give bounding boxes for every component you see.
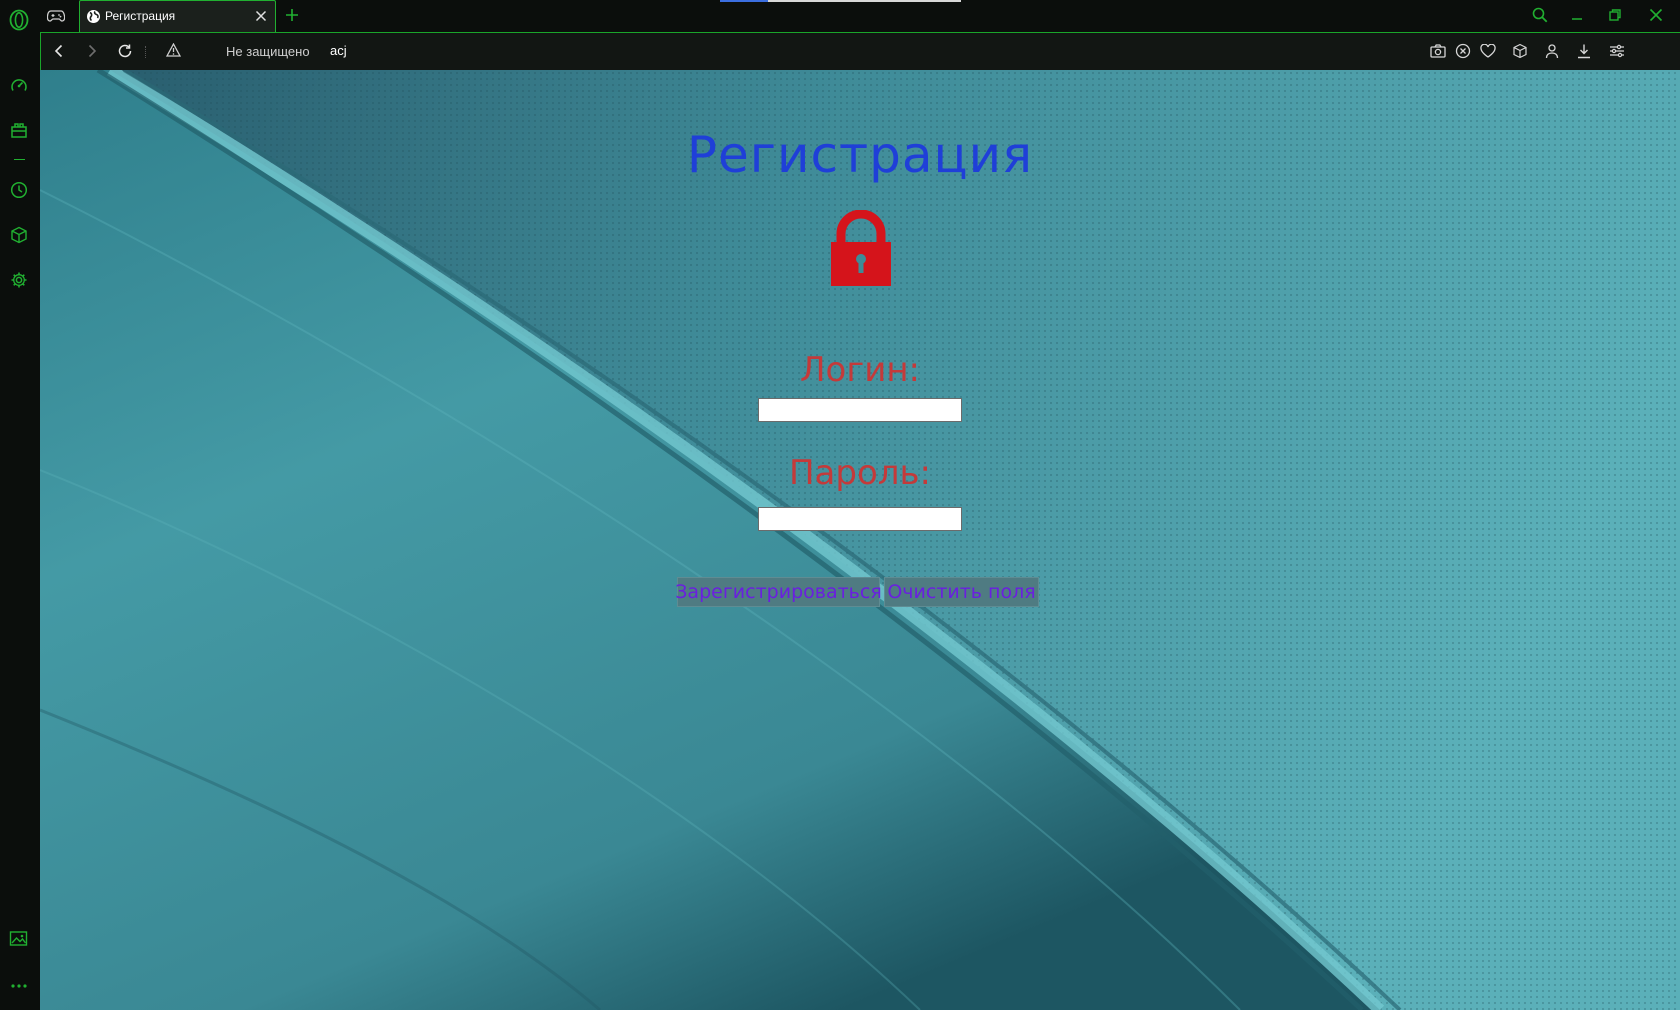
speed-dial-icon[interactable]	[8, 74, 30, 96]
opera-logo-icon[interactable]	[7, 8, 31, 32]
back-arrow-icon[interactable]	[49, 41, 69, 61]
page-viewport: Регистрация Логин: Пароль: Зарегистриров…	[40, 70, 1680, 1010]
password-input[interactable]	[758, 507, 962, 531]
sidebar-divider	[14, 159, 25, 160]
tab-registration[interactable]: Регистрация	[79, 0, 276, 32]
page-title: Регистрация	[686, 126, 1034, 184]
close-window-icon[interactable]	[1645, 4, 1667, 26]
clear-fields-button[interactable]: Очистить поля	[884, 577, 1039, 607]
search-tabs-icon[interactable]	[1529, 4, 1551, 26]
security-status-label[interactable]: Не защищено	[226, 44, 310, 59]
cube-icon[interactable]	[1510, 41, 1530, 61]
address-separator	[145, 46, 146, 58]
gallery-icon[interactable]	[8, 928, 30, 950]
globe-icon	[86, 9, 101, 24]
loading-indicator-blue	[720, 0, 768, 2]
close-tab-icon[interactable]	[253, 8, 269, 24]
browser-sidebar	[0, 0, 40, 1010]
browser-tab-strip: Регистрация	[0, 0, 1680, 32]
gaming-controller-icon[interactable]	[46, 6, 66, 26]
extensions-box-icon[interactable]	[8, 119, 30, 141]
login-label: Логин:	[799, 350, 920, 390]
password-label: Пароль:	[788, 453, 931, 493]
minimize-window-icon[interactable]	[1566, 4, 1588, 26]
forward-arrow-icon[interactable]	[82, 41, 102, 61]
address-bar: Не защищено acj	[40, 32, 1680, 70]
settings-icon[interactable]	[8, 269, 30, 291]
heart-icon[interactable]	[1478, 41, 1498, 61]
url-text[interactable]: acj	[330, 43, 347, 58]
more-icon[interactable]	[8, 979, 30, 993]
new-tab-plus-icon[interactable]	[282, 5, 302, 25]
download-icon[interactable]	[1574, 41, 1594, 61]
history-icon[interactable]	[8, 179, 30, 201]
register-button[interactable]: Зарегистрироваться	[675, 577, 882, 607]
reload-icon[interactable]	[115, 41, 135, 61]
loading-indicator	[768, 0, 961, 2]
camera-icon[interactable]	[1428, 41, 1448, 61]
package-icon[interactable]	[8, 224, 30, 246]
profile-icon[interactable]	[1542, 41, 1562, 61]
tab-title: Регистрация	[105, 9, 176, 23]
restore-window-icon[interactable]	[1604, 4, 1626, 26]
warning-triangle-icon[interactable]	[164, 41, 182, 59]
lock-icon	[827, 209, 895, 288]
adblock-icon[interactable]	[1453, 41, 1473, 61]
easy-setup-icon[interactable]	[1607, 41, 1627, 61]
login-input[interactable]	[758, 398, 962, 422]
